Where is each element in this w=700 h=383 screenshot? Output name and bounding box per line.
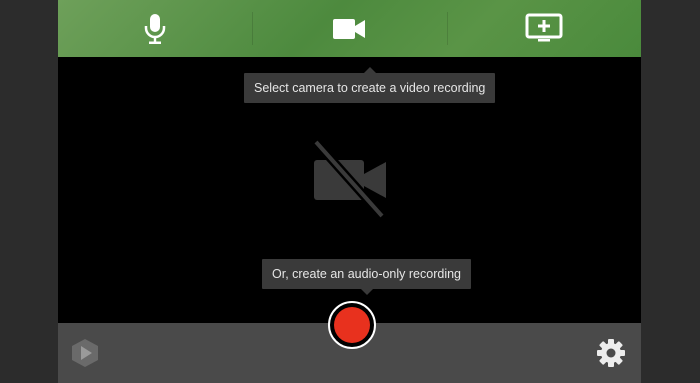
microphone-icon (143, 13, 167, 45)
camera-mode-button[interactable] (252, 0, 446, 57)
record-dot (334, 307, 370, 343)
camera-hint-tooltip: Select camera to create a video recordin… (244, 67, 496, 103)
audio-mode-button[interactable] (58, 0, 252, 57)
recorder-window: Select camera to create a video recordin… (58, 0, 641, 383)
audio-hint-tooltip: Or, create an audio-only recording (262, 259, 471, 295)
record-button[interactable] (328, 301, 376, 349)
screen-mode-button[interactable] (446, 0, 641, 57)
recording-mode-toolbar (58, 0, 641, 57)
app-logo-icon (70, 338, 100, 373)
video-camera-icon (332, 17, 366, 41)
camera-off-icon (310, 139, 390, 225)
gear-icon[interactable] (596, 338, 626, 373)
screen-add-icon (525, 13, 563, 45)
